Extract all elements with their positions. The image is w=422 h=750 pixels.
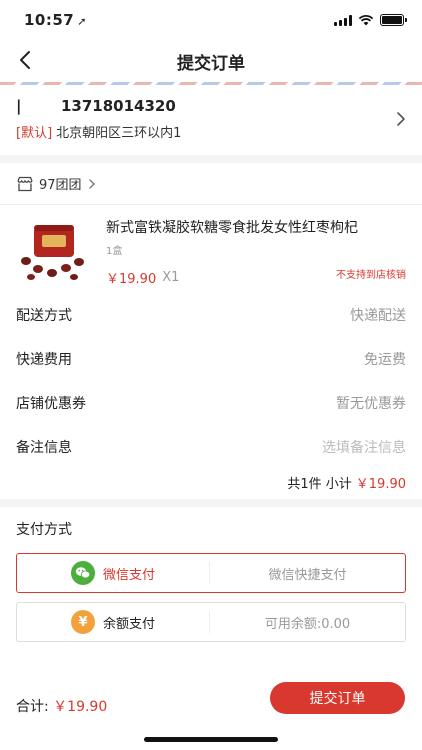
row-label: 店铺优惠券 xyxy=(16,396,86,412)
pickup-notice: 不支持到店核销 xyxy=(336,270,406,281)
remark-input[interactable]: 选填备注信息 xyxy=(322,437,406,457)
payment-option-desc: 微信快捷支付 xyxy=(268,567,347,583)
row-value: 免运费 xyxy=(364,352,406,368)
row-label: 配送方式 xyxy=(16,308,72,324)
signal-icon xyxy=(334,14,352,26)
page-title: 提交订单 xyxy=(177,53,245,74)
checkout-bar: 合计: ￥19.90 提交订单 xyxy=(0,660,422,750)
product-quantity: X1 xyxy=(162,270,180,285)
status-bar: 10:57 ➚ xyxy=(0,0,422,40)
payment-title: 支付方式 xyxy=(16,522,72,538)
total-amount: ￥19.90 xyxy=(53,699,108,715)
row-remark[interactable]: 备注信息 选填备注信息 xyxy=(16,425,406,469)
product-thumbnail xyxy=(16,213,90,287)
location-icon: ➚ xyxy=(77,15,87,28)
recipient-phone: 13718014320 xyxy=(61,97,176,115)
product-spec: 1盒 xyxy=(106,246,123,257)
payment-option-label: 微信支付 xyxy=(102,567,155,583)
order-total: 合计: ￥19.90 xyxy=(16,696,107,716)
navigation-bar: 提交订单 xyxy=(0,40,422,82)
shop-name: 97团团 xyxy=(39,178,82,193)
order-section: 新式富铁凝胶软糖零食批发女性红枣枸杞 1盒 ￥19.90 X1 不支持到店核销 … xyxy=(0,205,422,499)
battery-icon xyxy=(380,14,407,26)
recipient-name: | xyxy=(16,97,22,115)
address-detail: 北京朝阳区三环以内1 xyxy=(56,126,182,141)
subtotal-label: 共1件 小计 xyxy=(287,476,352,492)
row-shipping-fee: 快递费用 免运费 xyxy=(16,337,406,381)
subtotal-amount: ￥19.90 xyxy=(355,476,406,492)
row-label: 快递费用 xyxy=(16,352,72,368)
chevron-right-icon[interactable] xyxy=(394,109,408,129)
row-label: 备注信息 xyxy=(16,440,72,456)
payment-option-desc: 可用余额:0.00 xyxy=(264,616,351,632)
product-price: ￥19.90 xyxy=(106,272,157,287)
home-indicator xyxy=(144,737,278,742)
wifi-icon xyxy=(358,14,374,26)
default-address-tag: [默认] xyxy=(16,126,53,141)
total-label: 合计: xyxy=(16,699,49,715)
yen-icon: ¥ xyxy=(70,610,95,634)
payment-option-balance[interactable]: ¥ 余额支付 可用余额:0.00 xyxy=(16,602,406,642)
status-icons xyxy=(334,14,407,26)
back-arrow-icon[interactable] xyxy=(14,48,38,72)
row-value: 快递配送 xyxy=(350,308,406,324)
payment-section: 支付方式 微信支付 微信快捷支付 ¥ 余额支付 可用余额:0.00 xyxy=(0,507,422,665)
row-value: 暂无优惠券 xyxy=(336,396,406,412)
time-text: 10:57 xyxy=(24,11,75,29)
shop-header[interactable]: 97团团 xyxy=(0,163,422,205)
product-item[interactable]: 新式富铁凝胶软糖零食批发女性红枣枸杞 1盒 ￥19.90 X1 不支持到店核销 xyxy=(16,205,406,293)
product-name: 新式富铁凝胶软糖零食批发女性红枣枸杞 xyxy=(106,220,358,236)
wechat-icon xyxy=(70,561,95,585)
subtotal-line: 共1件 小计 ￥19.90 xyxy=(16,469,406,499)
store-icon xyxy=(17,176,33,191)
chevron-right-icon xyxy=(88,178,95,189)
status-time: 10:57 ➚ xyxy=(24,11,87,29)
address-card[interactable]: | 13718014320 [默认] 北京朝阳区三环以内1 xyxy=(0,85,422,155)
row-store-coupon[interactable]: 店铺优惠券 暂无优惠券 xyxy=(16,381,406,425)
row-delivery-method[interactable]: 配送方式 快递配送 xyxy=(16,293,406,337)
submit-order-button[interactable]: 提交订单 xyxy=(270,682,405,714)
payment-option-wechat[interactable]: 微信支付 微信快捷支付 xyxy=(16,553,406,593)
payment-option-label: 余额支付 xyxy=(102,616,155,632)
